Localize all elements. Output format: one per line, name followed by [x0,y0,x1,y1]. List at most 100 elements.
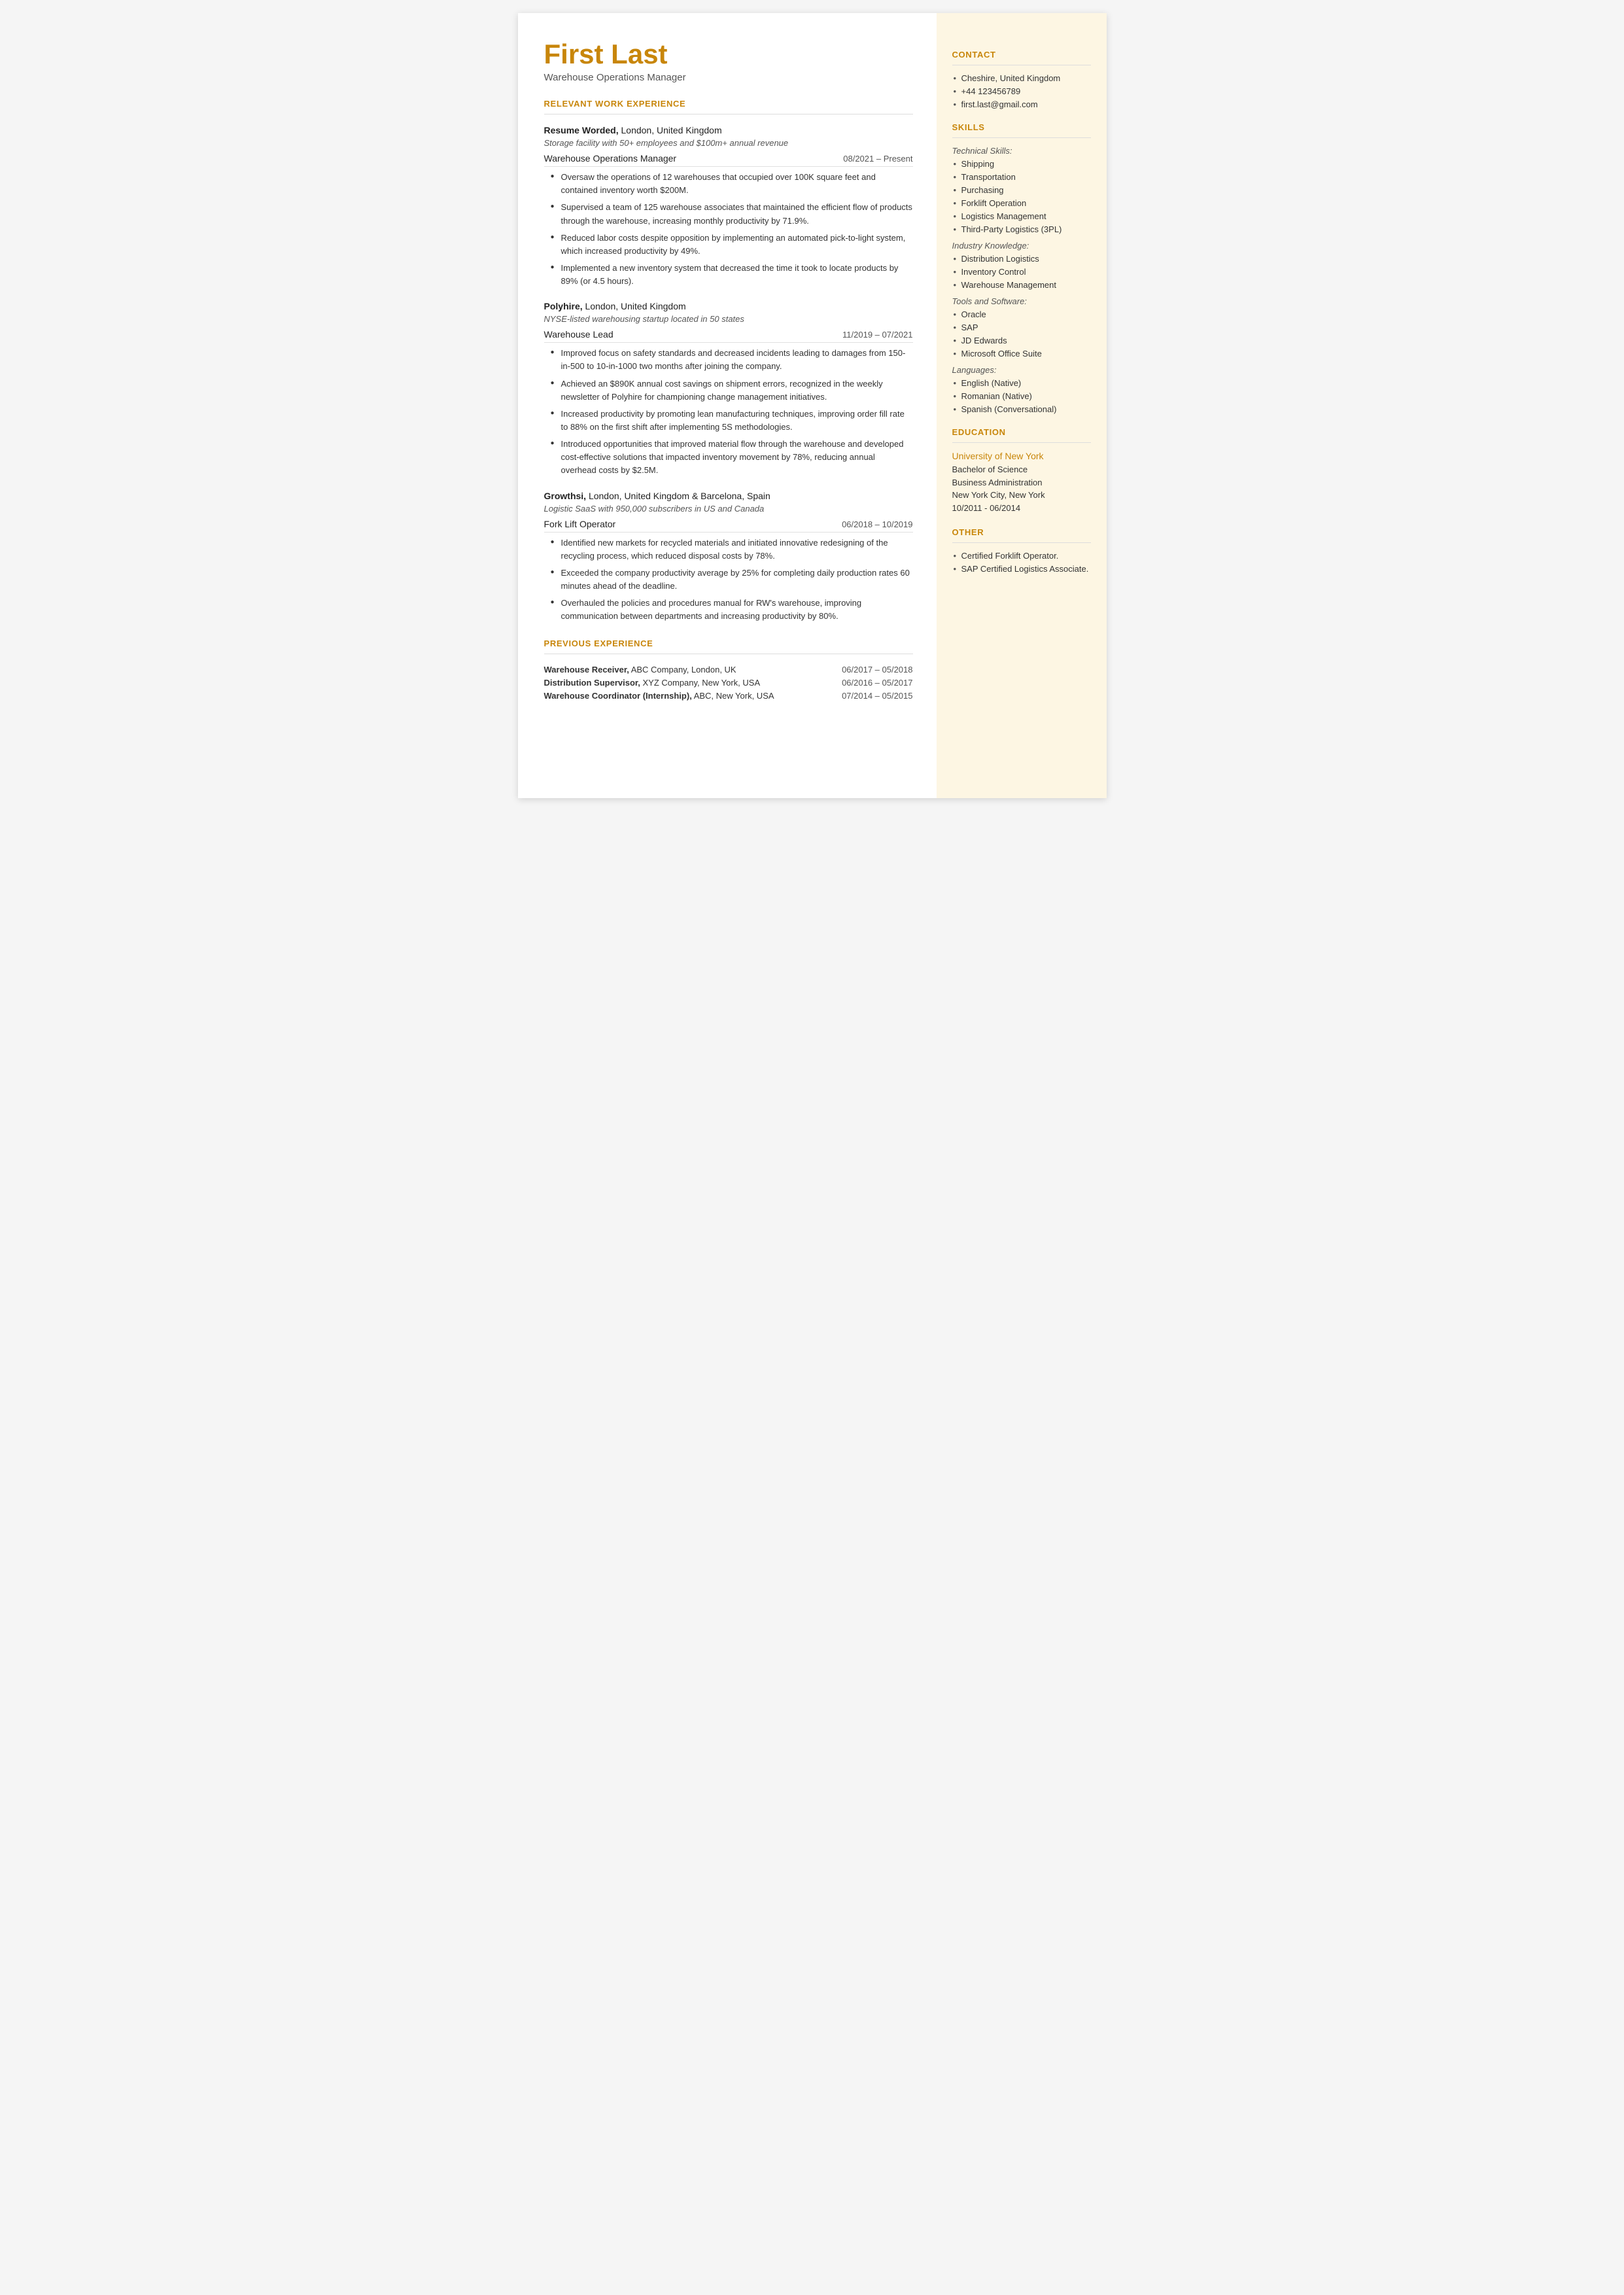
job-dates-1: 08/2021 – Present [843,154,912,164]
skill-tool-3: JD Edwards [952,336,1091,345]
bullet-2-4: Introduced opportunities that improved m… [549,438,913,477]
skill-technical-6: Third-Party Logistics (3PL) [952,224,1091,234]
skill-technical-1: Shipping [952,159,1091,169]
industry-label: Industry Knowledge: [952,241,1091,251]
candidate-title: Warehouse Operations Manager [544,72,913,83]
bullet-3-2: Exceeded the company productivity averag… [549,567,913,593]
bullet-1-4: Implemented a new inventory system that … [549,262,913,288]
prev-title-1: Warehouse Receiver, [544,665,629,674]
bullet-2-3: Increased productivity by promoting lean… [549,408,913,434]
edu-field: Business Administration [952,476,1091,489]
job-dates-2: 11/2019 – 07/2021 [842,330,912,340]
languages-label: Languages: [952,365,1091,375]
bullet-2-2: Achieved an $890K annual cost savings on… [549,377,913,404]
contact-list: Cheshire, United Kingdom +44 123456789 f… [952,73,1091,109]
bullet-3-3: Overhauled the policies and procedures m… [549,597,913,623]
company-2: Polyhire, London, United Kingdom [544,301,913,313]
previous-exp-list: Warehouse Receiver, ABC Company, London,… [544,665,913,701]
skills-divider [952,137,1091,138]
languages-list: English (Native) Romanian (Native) Spani… [952,378,1091,414]
prev-title-3: Warehouse Coordinator (Internship), [544,691,692,701]
candidate-name: First Last [544,39,913,69]
skill-technical-5: Logistics Management [952,211,1091,221]
prev-exp-1-text: Warehouse Receiver, ABC Company, London,… [544,665,736,674]
company-tagline-3: Logistic SaaS with 950,000 subscribers i… [544,504,913,514]
technical-label: Technical Skills: [952,146,1091,156]
tools-label: Tools and Software: [952,296,1091,306]
company-tagline-2: NYSE-listed warehousing startup located … [544,314,913,324]
technical-list: Shipping Transportation Purchasing Forkl… [952,159,1091,234]
job-title-3: Fork Lift Operator [544,519,616,529]
prev-exp-3-text: Warehouse Coordinator (Internship), ABC,… [544,691,774,701]
job-block-2: Polyhire, London, United Kingdom NYSE-li… [544,301,913,477]
left-column: First Last Warehouse Operations Manager … [518,13,937,798]
language-2: Romanian (Native) [952,391,1091,401]
bullet-list-2: Improved focus on safety standards and d… [544,347,913,477]
company-tagline-1: Storage facility with 50+ employees and … [544,138,913,148]
prev-exp-2: Distribution Supervisor, XYZ Company, Ne… [544,678,913,688]
previous-experience-heading: PREVIOUS EXPERIENCE [544,639,913,648]
right-column: CONTACT Cheshire, United Kingdom +44 123… [937,13,1107,798]
relevant-experience-heading: RELEVANT WORK EXPERIENCE [544,99,913,109]
bullet-list-1: Oversaw the operations of 12 warehouses … [544,171,913,288]
resume-container: First Last Warehouse Operations Manager … [518,13,1107,798]
skill-industry-3: Warehouse Management [952,280,1091,290]
bullet-list-3: Identified new markets for recycled mate… [544,536,913,623]
contact-item-1: Cheshire, United Kingdom [952,73,1091,83]
skills-heading: SKILLS [952,122,1091,132]
skill-industry-1: Distribution Logistics [952,254,1091,264]
prev-company-1: ABC Company, London, UK [629,665,736,674]
prev-exp-2-text: Distribution Supervisor, XYZ Company, Ne… [544,678,761,688]
language-1: English (Native) [952,378,1091,388]
other-heading: OTHER [952,527,1091,537]
company-name-1: Resume Worded, [544,125,619,135]
prev-title-2: Distribution Supervisor, [544,678,640,688]
prev-exp-3: Warehouse Coordinator (Internship), ABC,… [544,691,913,701]
bullet-3-1: Identified new markets for recycled mate… [549,536,913,563]
job-block-3: Growthsi, London, United Kingdom & Barce… [544,491,913,623]
skill-technical-4: Forklift Operation [952,198,1091,208]
bullet-1-3: Reduced labor costs despite opposition b… [549,232,913,258]
company-name-2: Polyhire, [544,301,583,311]
prev-company-3: ABC, New York, USA [692,691,774,701]
edu-location: New York City, New York [952,489,1091,502]
company-location-1: London, United Kingdom [619,125,722,135]
other-divider [952,542,1091,543]
skill-industry-2: Inventory Control [952,267,1091,277]
education-divider [952,442,1091,443]
industry-list: Distribution Logistics Inventory Control… [952,254,1091,290]
language-3: Spanish (Conversational) [952,404,1091,414]
bullet-1-2: Supervised a team of 125 warehouse assoc… [549,201,913,227]
edu-dates: 10/2011 - 06/2014 [952,502,1091,515]
bullet-1-1: Oversaw the operations of 12 warehouses … [549,171,913,197]
company-name-3: Growthsi, [544,491,587,501]
bullet-2-1: Improved focus on safety standards and d… [549,347,913,373]
skill-technical-2: Transportation [952,172,1091,182]
prev-exp-1: Warehouse Receiver, ABC Company, London,… [544,665,913,674]
company-location-2: London, United Kingdom [583,301,686,311]
company-1: Resume Worded, London, United Kingdom [544,125,913,137]
skill-tool-1: Oracle [952,309,1091,319]
contact-item-3: first.last@gmail.com [952,99,1091,109]
education-heading: EDUCATION [952,427,1091,437]
tools-list: Oracle SAP JD Edwards Microsoft Office S… [952,309,1091,359]
job-row-1: Warehouse Operations Manager 08/2021 – P… [544,153,913,167]
job-row-2: Warehouse Lead 11/2019 – 07/2021 [544,329,913,343]
job-title-1: Warehouse Operations Manager [544,153,677,164]
contact-item-2: +44 123456789 [952,86,1091,96]
edu-school: University of New York [952,451,1091,461]
job-title-2: Warehouse Lead [544,329,613,340]
other-list: Certified Forklift Operator. SAP Certifi… [952,551,1091,574]
name-block: First Last Warehouse Operations Manager [544,39,913,83]
prev-dates-2: 06/2016 – 05/2017 [842,678,912,688]
edu-degree: Bachelor of Science [952,463,1091,476]
job-block-1: Resume Worded, London, United Kingdom St… [544,125,913,288]
job-dates-3: 06/2018 – 10/2019 [842,519,912,529]
other-item-1: Certified Forklift Operator. [952,551,1091,561]
other-item-2: SAP Certified Logistics Associate. [952,564,1091,574]
contact-heading: CONTACT [952,50,1091,60]
skill-tool-4: Microsoft Office Suite [952,349,1091,359]
prev-company-2: XYZ Company, New York, USA [640,678,760,688]
prev-dates-3: 07/2014 – 05/2015 [842,691,912,701]
skill-technical-3: Purchasing [952,185,1091,195]
